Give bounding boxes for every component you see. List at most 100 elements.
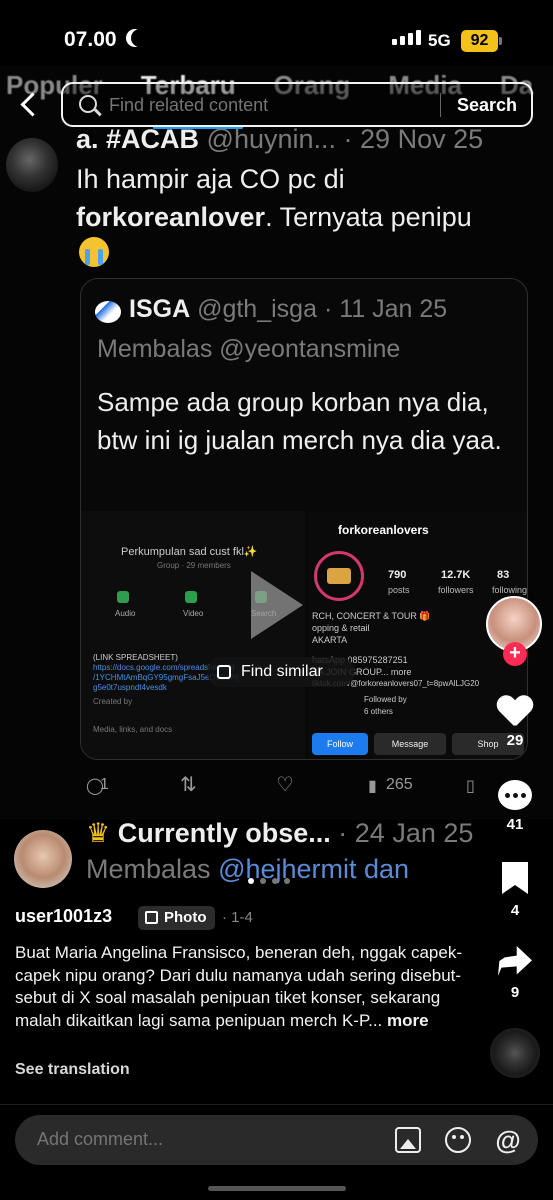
views-count: 265: [386, 776, 413, 793]
find-similar-button[interactable]: Find similar: [207, 657, 355, 687]
group-name: Perkumpulan sad cust fkl✨: [121, 546, 258, 558]
quote-reply-to: Membalas @yeontansmine: [97, 335, 401, 363]
tweet-date: · 29 Nov 25: [343, 124, 484, 154]
call-icon: [117, 591, 129, 603]
do-not-disturb-moon-icon: [131, 29, 149, 47]
preview-reply-handle: @hejhermit dan: [218, 854, 410, 884]
quote-header: ISGA @gth_isga · 11 Jan 25: [129, 295, 447, 324]
ig-others: 6 others: [364, 707, 393, 716]
created-by: Created by: [93, 697, 133, 706]
share-button[interactable]: 9: [492, 946, 538, 1001]
tweet-bookmark-icon: ▯: [466, 778, 475, 795]
quote-author-name: ISGA: [129, 295, 191, 323]
emoji-icon[interactable]: [445, 1127, 471, 1153]
share-count: 9: [510, 984, 520, 1001]
spreadsheet-link-3: g5e0t7uspndt4vesdk: [93, 683, 167, 692]
ig-following-label: following: [492, 585, 528, 595]
caption-more-link[interactable]: more: [387, 1011, 429, 1030]
ig-follow-button: Follow: [312, 733, 368, 755]
quote-date: · 11 Jan 25: [323, 295, 448, 323]
play-icon[interactable]: [251, 571, 303, 639]
ig-message-button: Message: [374, 733, 446, 755]
save-button[interactable]: 4: [492, 862, 538, 919]
mention-icon[interactable]: @: [495, 1127, 521, 1153]
like-icon: ♡: [276, 774, 294, 796]
crying-face-emoji-icon: [79, 237, 109, 267]
tweet-text-part-1: Ih hampir aja CO pc di: [76, 164, 345, 194]
reply-count: 1: [100, 776, 109, 793]
find-similar-label: Find similar: [241, 663, 323, 680]
back-arrow-icon[interactable]: [18, 92, 40, 118]
quote-text: Sampe ada group korban nya dia, btw ini …: [97, 387, 502, 455]
video-icon: [185, 591, 197, 603]
comment-button[interactable]: 41: [492, 780, 538, 833]
status-time: 07.00: [64, 28, 117, 51]
see-translation-link[interactable]: See translation: [15, 1061, 130, 1079]
tweet-author-handle: @huynin...: [206, 124, 337, 154]
bookmark-icon: [502, 862, 528, 894]
heart-icon: [497, 696, 533, 728]
status-bar: 07.00 5G 92: [0, 0, 553, 70]
save-count: 4: [510, 902, 520, 919]
photo-icon: [145, 911, 158, 924]
retweet-icon: ⇅: [180, 774, 197, 796]
preview-tweet-date: · 24 Jan 25: [338, 818, 474, 848]
group-meta: Group · 29 members: [157, 561, 231, 570]
quote-author-handle: @gth_isga: [197, 295, 317, 323]
battery-level: 92: [461, 30, 498, 52]
ig-posts-label: posts: [388, 585, 410, 595]
search-bar[interactable]: Search: [61, 82, 533, 127]
ig-bio-line-2: opping & retail: [312, 623, 370, 633]
like-count: 29: [506, 732, 524, 749]
ig-followers-count: 12.7K: [441, 569, 471, 581]
quote-avatar-icon: [95, 301, 121, 323]
carousel-dots: [248, 878, 290, 884]
carousel-dot-2: [260, 878, 266, 884]
preview-reply-prefix: Membalas: [86, 854, 211, 884]
comment-count: 41: [506, 816, 524, 833]
ig-bio-line-3: AKARTA: [312, 635, 348, 645]
comment-bar[interactable]: @: [15, 1115, 538, 1165]
search-icon: [79, 95, 97, 113]
cellular-signal-icon: [392, 30, 421, 45]
quote-images: Perkumpulan sad cust fkl✨ Group · 29 mem…: [81, 511, 528, 759]
preview-tweet-name: Currently obse...: [117, 818, 331, 848]
search-divider: [440, 93, 441, 117]
ig-username: forkoreanlovers: [338, 523, 429, 537]
post-meta: · 1-4: [222, 909, 253, 926]
ig-followers-label: followers: [438, 585, 474, 595]
comment-divider: [0, 1104, 553, 1105]
music-disc-icon[interactable]: [490, 1028, 540, 1078]
battery-tip-icon: [499, 37, 502, 45]
tweet-text-part-2: . Ternyata penipu: [265, 202, 472, 232]
photo-badge: Photo: [138, 906, 215, 930]
network-type: 5G: [428, 31, 451, 50]
views-icon: ▮: [368, 778, 377, 795]
search-input[interactable]: [109, 95, 429, 116]
image-icon[interactable]: [395, 1127, 421, 1153]
photo-badge-label: Photo: [164, 909, 207, 926]
like-button[interactable]: 29: [492, 696, 538, 749]
search-button[interactable]: Search: [457, 95, 517, 116]
media-links-docs: Media, links, and docs: [93, 725, 173, 734]
comment-input[interactable]: [37, 1129, 357, 1150]
ig-following-count: 83: [497, 569, 510, 581]
follow-plus-icon[interactable]: +: [503, 642, 527, 666]
ig-followed-by: Followed by: [364, 695, 407, 704]
tweet-avatar: [6, 138, 58, 192]
link-title: (LINK SPREADSHEET): [93, 653, 178, 662]
tweet-text: Ih hampir aja CO pc di forkoreanlover. T…: [76, 160, 516, 236]
post-username[interactable]: user1001z3: [15, 906, 112, 927]
tweet-header: a. #ACAB @huynin... · 29 Nov 25: [76, 124, 483, 155]
comment-bubble-icon: [498, 780, 532, 810]
home-indicator: [208, 1186, 346, 1191]
preview-tweet-header: ♛ Currently obse... · 24 Jan 25: [86, 818, 473, 849]
post-caption[interactable]: Buat Maria Angelina Fransisco, beneran d…: [15, 942, 470, 1032]
video-label: Video: [183, 609, 204, 618]
ig-bio-line-1: RCH, CONCERT & TOUR 🎁: [312, 611, 431, 621]
quoted-tweet: ISGA @gth_isga · 11 Jan 25 Membalas @yeo…: [80, 278, 528, 760]
ig-profile-picture: [314, 551, 364, 601]
crown-icon: ♛: [86, 818, 111, 848]
tweet-text-bold: forkoreanlover: [76, 202, 266, 232]
carousel-dot-1: [248, 878, 254, 884]
